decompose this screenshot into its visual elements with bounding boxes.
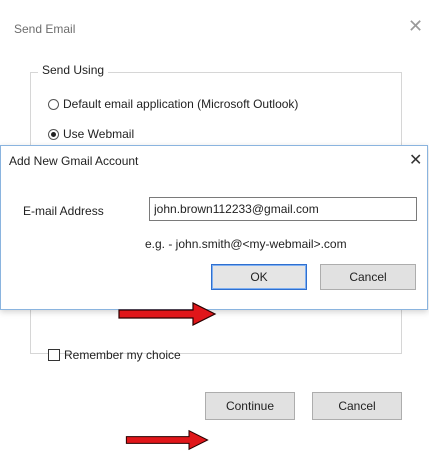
continue-button[interactable]: Continue (205, 392, 295, 420)
email-example-hint: e.g. - john.smith@<my-webmail>.com (145, 237, 347, 251)
send-email-titlebar: Send Email ✕ (0, 0, 429, 52)
red-arrow-icon (118, 302, 217, 326)
radio-button[interactable] (48, 98, 59, 110)
radio-default-email[interactable]: Default email application (Microsoft Out… (48, 97, 298, 111)
email-address-label: E-mail Address (23, 204, 104, 218)
cancel-button[interactable]: Cancel (320, 264, 416, 290)
ok-button[interactable]: OK (211, 264, 307, 290)
add-gmail-account-title: Add New Gmail Account (9, 154, 139, 168)
remember-choice-label: Remember my choice (64, 348, 181, 362)
radio-use-webmail-label: Use Webmail (63, 127, 135, 141)
close-icon[interactable]: ✕ (409, 150, 422, 170)
remember-choice-checkbox[interactable] (48, 349, 60, 361)
send-email-title: Send Email (14, 22, 76, 36)
radio-default-email-label: Default email application (Microsoft Out… (63, 97, 299, 111)
close-icon[interactable]: ✕ (408, 16, 423, 37)
cancel-button[interactable]: Cancel (312, 392, 402, 420)
red-arrow-icon (125, 429, 209, 451)
add-gmail-account-dialog: Add New Gmail Account ✕ E-mail Address e… (0, 145, 428, 310)
radio-button[interactable] (48, 128, 59, 140)
remember-choice-row[interactable]: Remember my choice (48, 348, 181, 362)
email-address-input[interactable] (149, 197, 417, 221)
radio-use-webmail[interactable]: Use Webmail (48, 127, 134, 141)
send-using-label: Send Using (38, 63, 109, 77)
